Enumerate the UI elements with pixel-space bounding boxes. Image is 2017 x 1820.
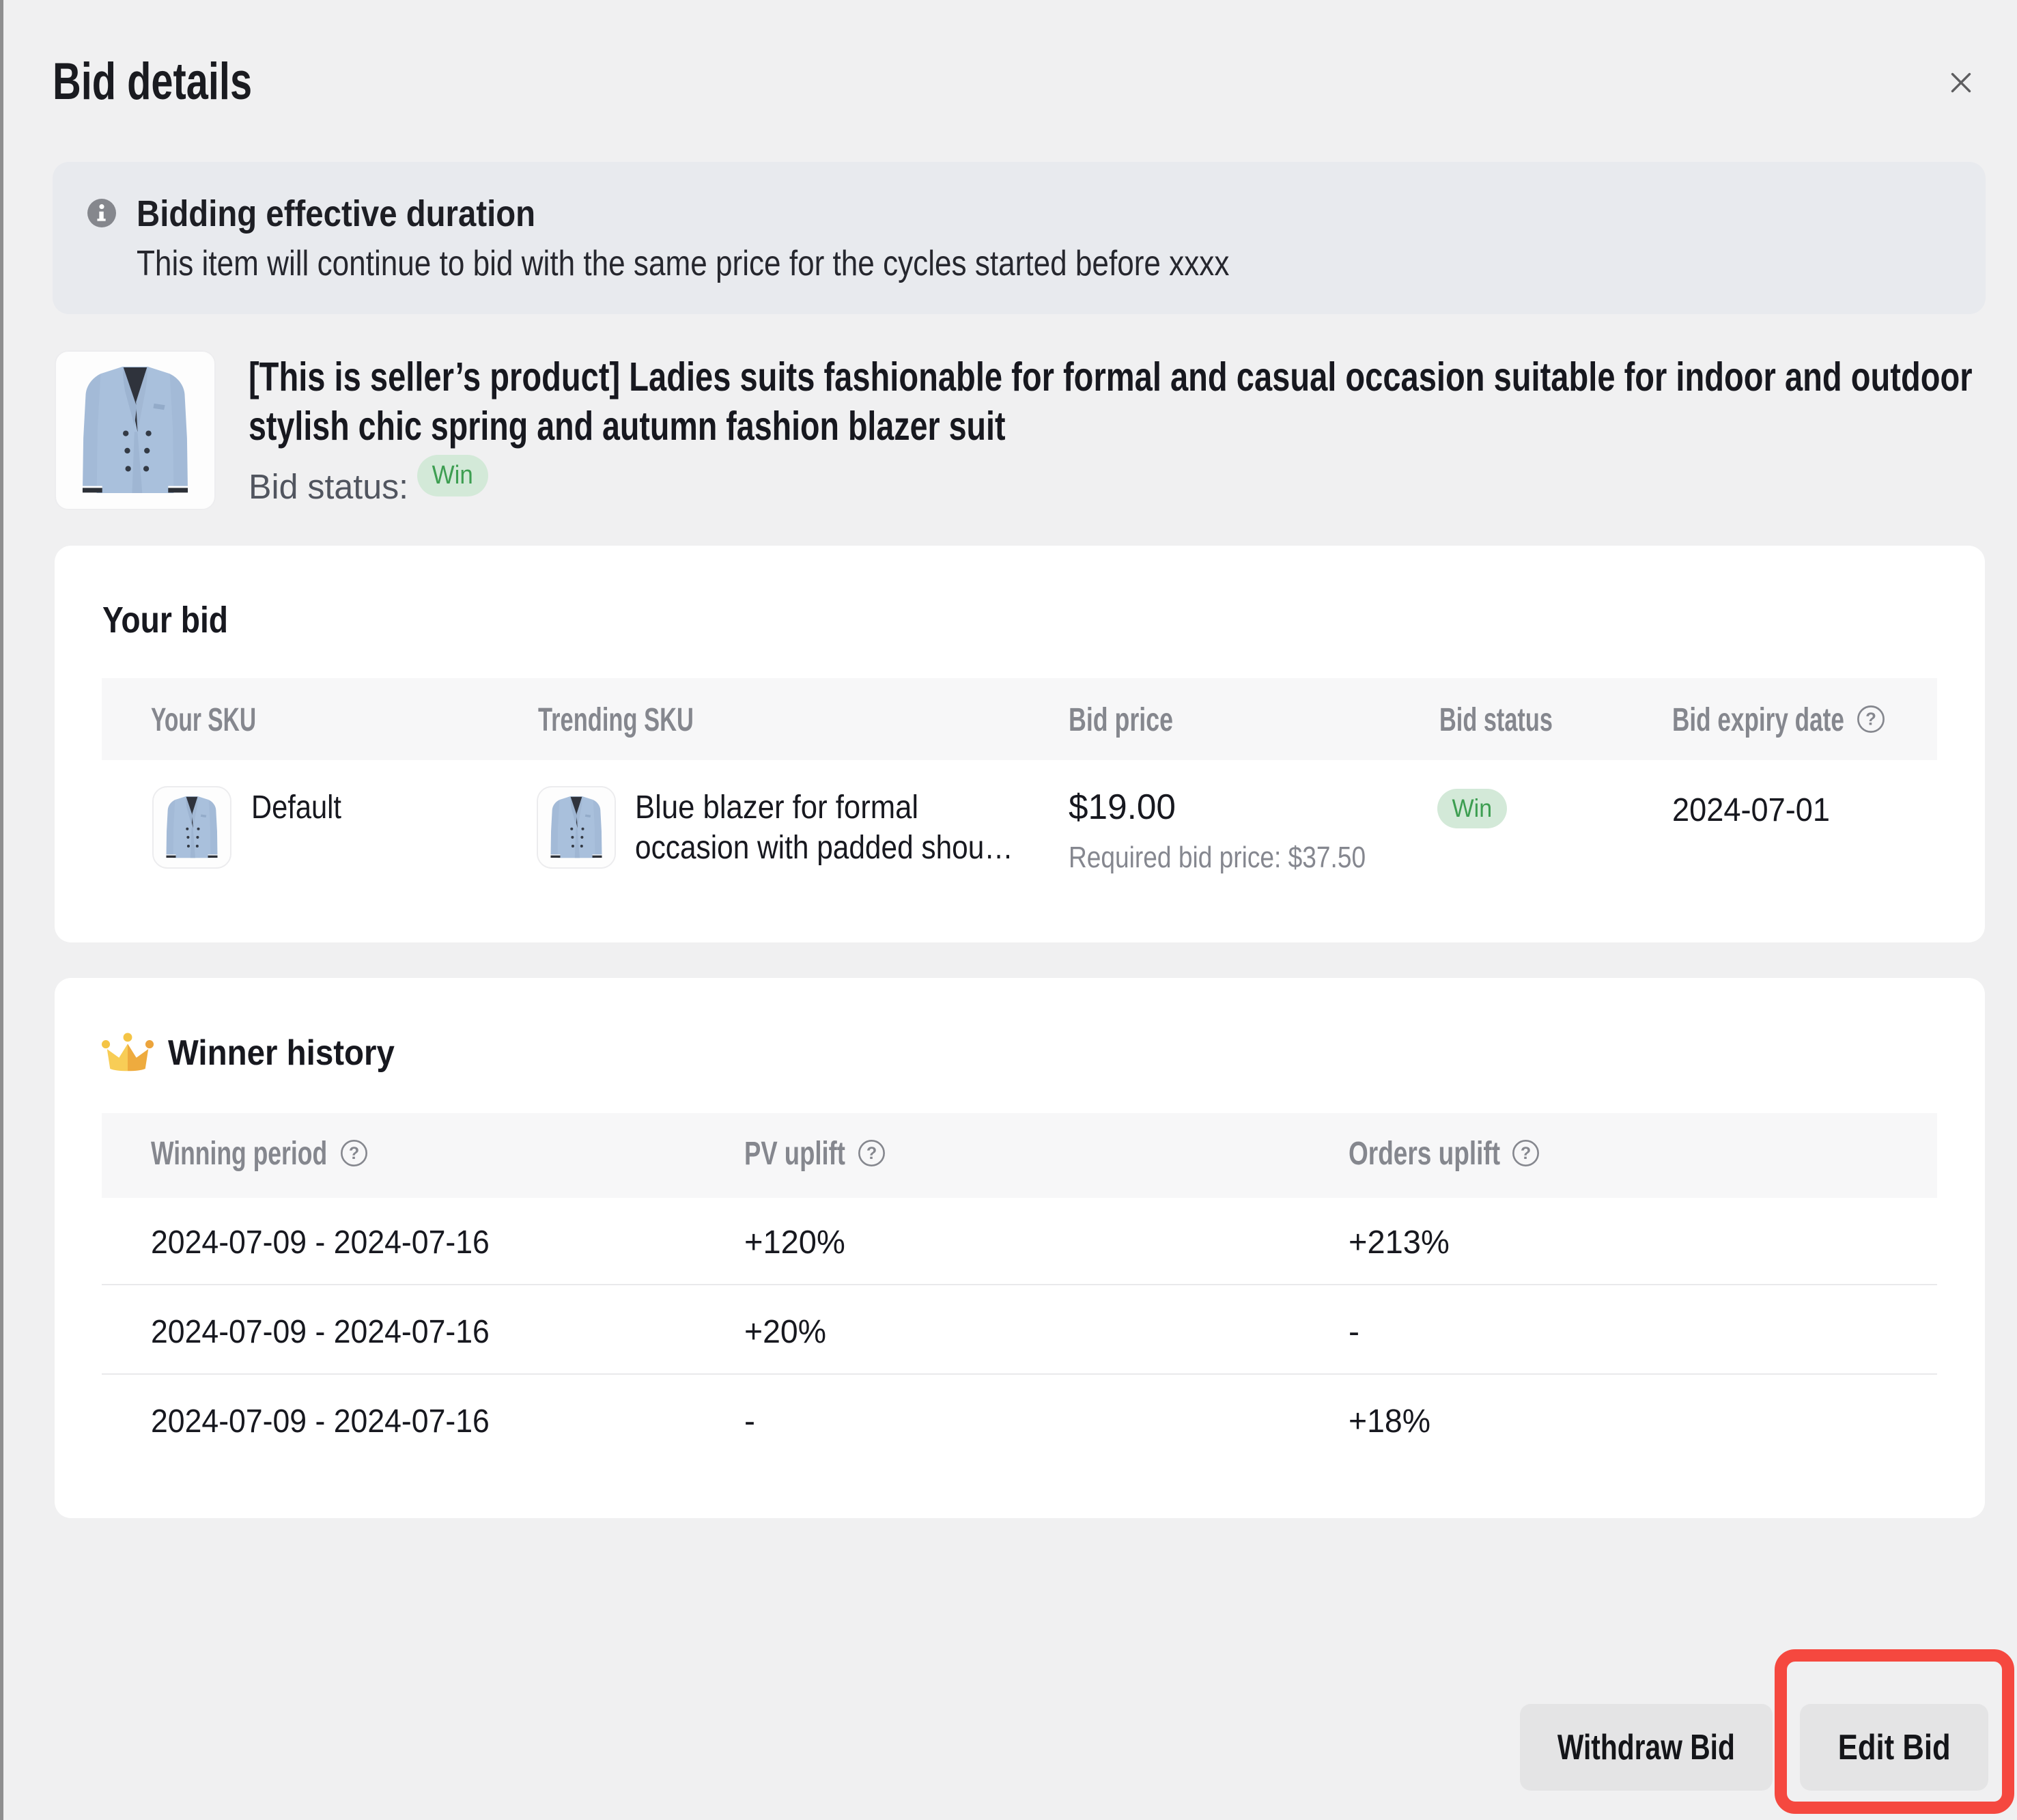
svg-text:?: ? bbox=[1865, 710, 1876, 729]
svg-text:?: ? bbox=[1521, 1144, 1531, 1163]
svg-text:?: ? bbox=[866, 1144, 877, 1163]
svg-text:?: ? bbox=[349, 1144, 359, 1163]
